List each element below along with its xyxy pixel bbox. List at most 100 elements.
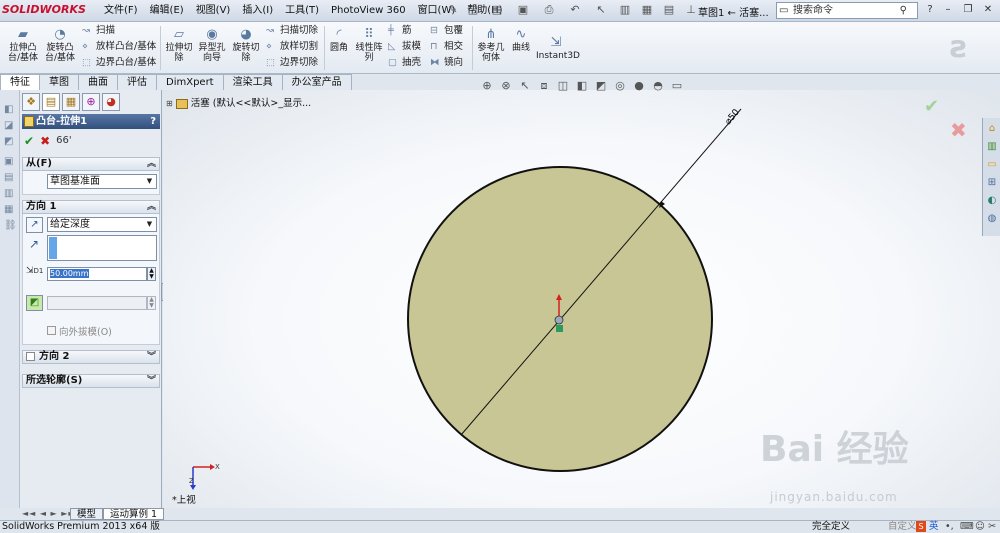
ime-settings-icon[interactable]: ✂	[988, 521, 996, 533]
draft-angle-spinner[interactable]: ▲ ▼	[147, 296, 156, 310]
tab-surfaces[interactable]: 曲面	[78, 74, 118, 90]
view-orientation-icon[interactable]: ▣	[4, 156, 16, 168]
search-icon[interactable]: ⚲	[900, 3, 907, 18]
relations-icon[interactable]: ◩	[4, 136, 16, 148]
solidworks-logo[interactable]: SOLIDWORKS	[2, 3, 94, 19]
detailed-preview-icon[interactable]: 66'	[56, 133, 71, 149]
scene-icon[interactable]: ⛓	[4, 220, 17, 232]
lofted-cut-button[interactable]: ⋄ 放样切割	[266, 40, 318, 54]
menu-insert[interactable]: 插入(I)	[236, 4, 279, 18]
ime-punctuation-icon[interactable]: •,	[945, 521, 954, 533]
hole-wizard-button[interactable]: ◉ 异型孔向导	[196, 28, 228, 64]
search-results-icon[interactable]: ⊞	[985, 176, 999, 190]
close-button[interactable]: ✕	[980, 3, 996, 17]
direction2-group-header[interactable]: 方向 2 ︾	[22, 350, 160, 364]
property-manager-tab-icon[interactable]: ▤	[42, 93, 60, 111]
reference-geometry-button[interactable]: ⋔ 参考几何体	[476, 28, 506, 64]
home-icon[interactable]: ⌂	[985, 122, 999, 136]
expand-icon[interactable]: ︾	[147, 375, 156, 387]
tab-dimxpert[interactable]: DimXpert	[156, 74, 224, 90]
from-group-header[interactable]: 从(F) ︽	[22, 157, 160, 171]
direction-selection-box[interactable]	[47, 235, 157, 261]
intersect-button[interactable]: ⊓ 相交	[430, 40, 463, 54]
instant3d-button[interactable]: ⇲ Instant3D	[536, 36, 580, 62]
rib-button[interactable]: ╪ 筋	[388, 24, 412, 38]
revolve-cut-button[interactable]: ◕ 旋转切除	[230, 28, 262, 64]
boundary-cut-button[interactable]: ⬚ 边界切除	[266, 56, 318, 70]
swept-cut-button[interactable]: ↝ 扫描切除	[266, 24, 318, 38]
pin-icon[interactable]: ✎	[446, 3, 460, 17]
sweep-button[interactable]: ↝ 扫描	[82, 24, 115, 38]
display-manager-tab-icon[interactable]: ◕	[102, 93, 120, 111]
tab-render-tools[interactable]: 渲染工具	[222, 74, 283, 90]
draft-button[interactable]: ◺ 拔模	[388, 40, 421, 54]
shell-button[interactable]: ▢ 抽壳	[388, 56, 421, 70]
smart-dimension-icon[interactable]: ◪	[4, 120, 16, 132]
appearances-icon[interactable]: ◍	[985, 212, 999, 226]
file-properties-icon[interactable]: ▦	[640, 3, 654, 17]
search-command-input[interactable]: ▭ 搜索命令 ⚲	[776, 2, 918, 19]
sketch-icon[interactable]: ◧	[4, 104, 16, 116]
direction2-checkbox[interactable]	[26, 351, 35, 361]
tab-office-products[interactable]: 办公室产品	[281, 74, 352, 90]
fillet-button[interactable]: ◜ 圆角	[326, 28, 352, 54]
depth-spinner[interactable]: ▲ ▼	[147, 267, 156, 281]
end-condition-select[interactable]: 给定深度 ▼	[47, 217, 157, 232]
origin-point[interactable]	[554, 315, 564, 325]
save-icon[interactable]: ▣	[516, 3, 530, 17]
direction1-group-header[interactable]: 方向 1 ︽	[22, 200, 160, 214]
extrude-cut-button[interactable]: ▱ 拉伸切除	[164, 28, 194, 64]
restore-button[interactable]: ❐	[960, 3, 976, 17]
menu-file[interactable]: 文件(F)	[98, 4, 144, 18]
boundary-boss-button[interactable]: ⬚ 边界凸台/基体	[82, 56, 156, 70]
collapse-icon[interactable]: ︽	[147, 201, 156, 213]
revolve-boss-button[interactable]: ◔ 旋转凸台/基体	[42, 28, 78, 64]
ime-language[interactable]: 英	[929, 521, 939, 533]
draft-outward-checkbox[interactable]	[47, 326, 56, 335]
ime-logo-icon[interactable]: S	[916, 521, 926, 532]
design-library-icon[interactable]: ▥	[985, 140, 999, 154]
selected-contours-group-header[interactable]: 所选轮廓(S) ︾	[22, 374, 160, 388]
tab-navigation-arrows[interactable]: ◄◄ ◄ ► ►►	[22, 509, 76, 518]
curves-button[interactable]: ∿ 曲线	[508, 28, 534, 54]
extrude-boss-button[interactable]: ▰ 拉伸凸台/基体	[6, 28, 40, 64]
dimxpert-tab-icon[interactable]: ⊕	[82, 93, 100, 111]
new-document-icon[interactable]: □	[466, 3, 480, 17]
tab-model[interactable]: 模型	[70, 508, 104, 520]
from-select[interactable]: 草图基准面 ▼	[47, 174, 157, 189]
section-view-icon[interactable]: ▤	[4, 172, 16, 184]
minimize-button[interactable]: –	[940, 3, 956, 17]
open-icon[interactable]: ▤	[490, 3, 504, 17]
view-palette-icon[interactable]: ◐	[985, 194, 999, 208]
draft-angle-input[interactable]	[47, 296, 147, 310]
rebuild-icon[interactable]: ▥	[618, 3, 632, 17]
undo-icon[interactable]: ↶	[568, 3, 582, 17]
select-icon[interactable]: ↖	[594, 3, 608, 17]
configuration-manager-tab-icon[interactable]: ▦	[62, 93, 80, 111]
tab-features[interactable]: 特征	[0, 74, 40, 90]
menu-edit[interactable]: 编辑(E)	[144, 4, 190, 18]
collapse-icon[interactable]: ︽	[147, 158, 156, 170]
ime-softkeyboard-icon[interactable]: ⌨	[960, 521, 974, 533]
menu-photoview[interactable]: PhotoView 360	[325, 4, 412, 18]
feature-tree-tab-icon[interactable]: ❖	[22, 93, 40, 111]
print-icon[interactable]: ⎙	[542, 3, 556, 17]
file-explorer-icon[interactable]: ▭	[985, 158, 999, 172]
mirror-button[interactable]: ⧓ 镜向	[430, 56, 463, 70]
draft-toggle-icon[interactable]: ◩	[26, 295, 43, 311]
cancel-button[interactable]: ✖	[40, 133, 50, 149]
depth-input[interactable]: 50.00mm	[47, 267, 147, 281]
menu-tools[interactable]: 工具(T)	[279, 4, 325, 18]
loft-button[interactable]: ⋄ 放样凸台/基体	[82, 40, 156, 54]
linear-pattern-button[interactable]: ⠿ 线性阵列	[354, 28, 384, 64]
options-icon[interactable]: ▤	[662, 3, 676, 17]
pin-toolbar-icon[interactable]: ⊥	[684, 3, 698, 17]
ime-user-icon[interactable]: ☺	[975, 521, 985, 533]
tab-evaluate[interactable]: 评估	[117, 74, 157, 90]
appearance-icon[interactable]: ▦	[4, 204, 16, 216]
tab-motion-study[interactable]: 运动算例 1	[103, 508, 165, 520]
display-style-icon[interactable]: ▥	[4, 188, 16, 200]
help-icon[interactable]: ?	[922, 3, 938, 17]
expand-icon[interactable]: ︾	[147, 351, 156, 363]
wrap-button[interactable]: ⊟ 包覆	[430, 24, 463, 38]
